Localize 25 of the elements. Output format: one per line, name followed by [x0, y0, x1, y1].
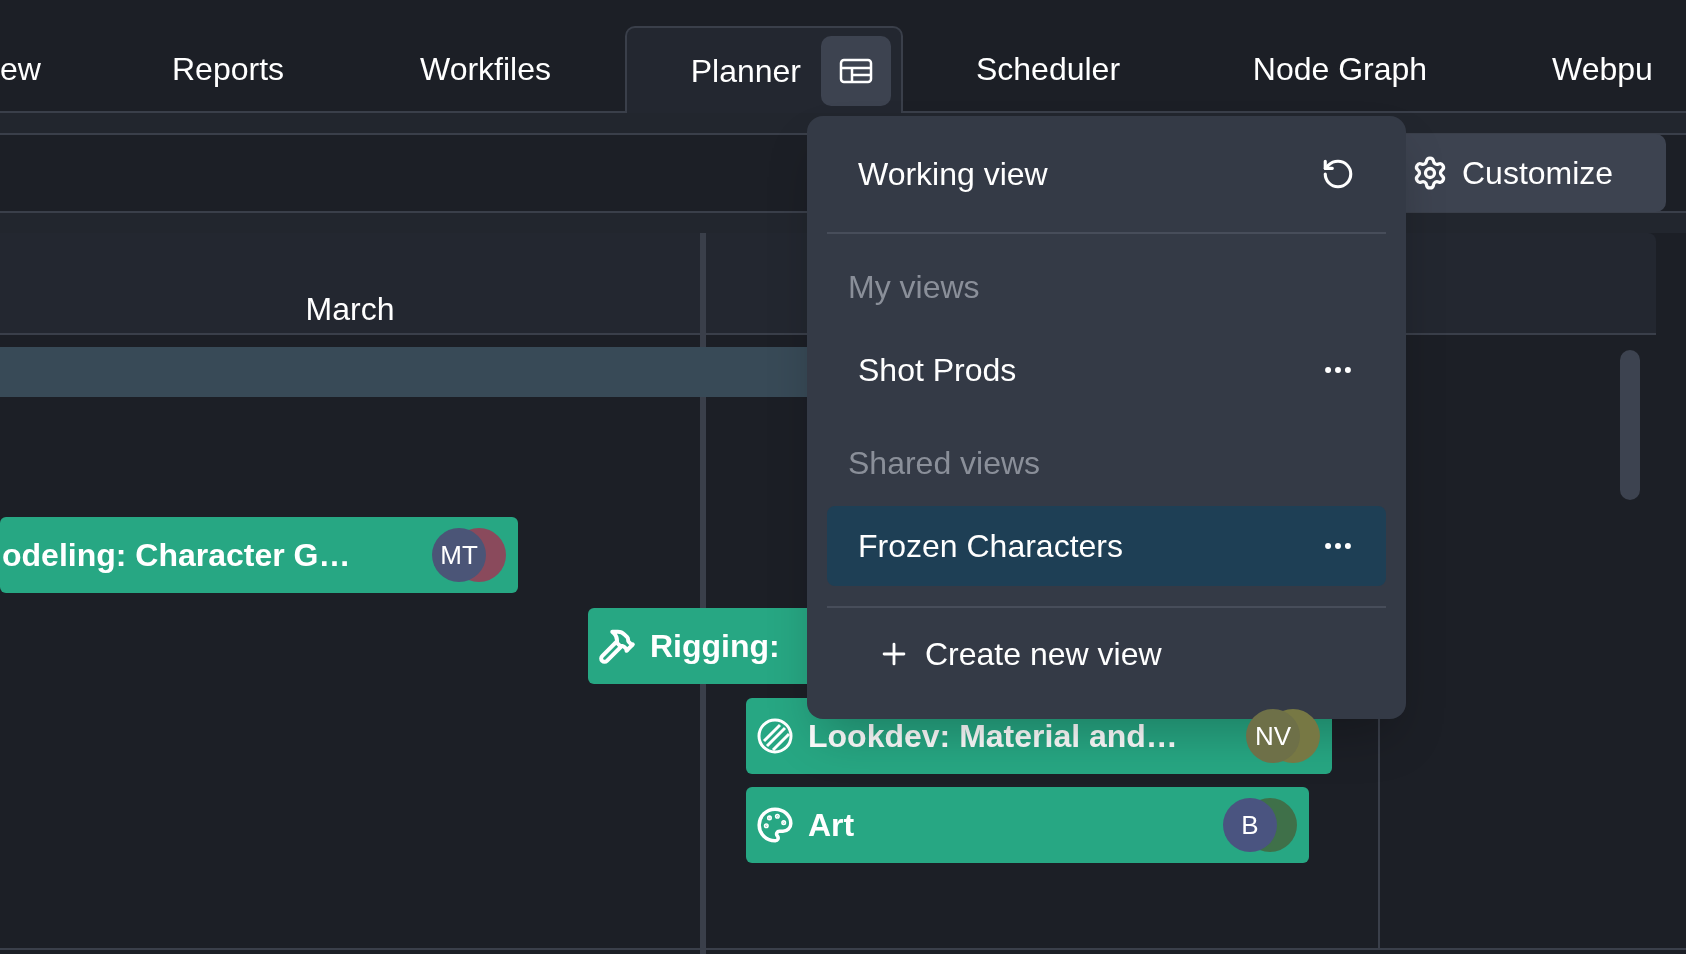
avatar: MT	[432, 528, 486, 582]
tab[interactable]: Scheduler	[903, 26, 1193, 111]
tab[interactable]: Workfiles	[346, 26, 625, 111]
view-menu-button[interactable]	[821, 35, 891, 106]
menu-item[interactable]: Shot Prods	[827, 330, 1386, 410]
tab[interactable]: ew	[0, 26, 110, 111]
striped-circle-icon	[756, 717, 794, 755]
scrollbar-thumb[interactable]	[1620, 350, 1640, 500]
section-heading: Shared views	[847, 444, 1042, 483]
layout-icon	[839, 57, 873, 84]
menu-item[interactable]: Working view	[827, 116, 1386, 234]
hammer-icon	[598, 627, 636, 665]
tab[interactable]: Node Graph	[1193, 26, 1487, 111]
tab[interactable]: Webpu	[1487, 26, 1686, 111]
month-label: March	[304, 289, 396, 329]
task-bar[interactable]: odeling: Character G… MT	[0, 517, 518, 593]
tab[interactable]: Reports	[110, 26, 346, 111]
section-heading: My views	[847, 268, 981, 307]
tab[interactable]: Planner	[625, 26, 903, 113]
menu-item[interactable]: Frozen Characters	[827, 506, 1386, 586]
avatar: B	[1223, 798, 1277, 852]
settings-icon	[1412, 155, 1448, 191]
reset-icon	[1321, 157, 1355, 191]
palette-icon	[756, 806, 794, 844]
task-bar[interactable]: Art B	[746, 787, 1309, 863]
